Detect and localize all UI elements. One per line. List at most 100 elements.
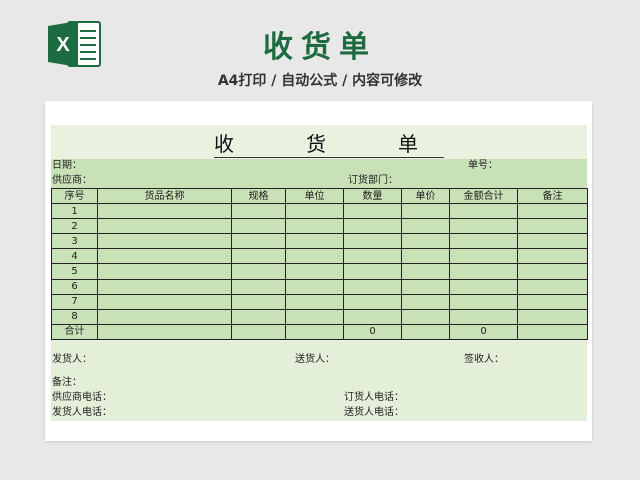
table-cell[interactable] (401, 293, 450, 310)
receiver-label: 签收人： (464, 354, 504, 365)
table-cell[interactable] (343, 293, 402, 310)
table-cell[interactable]: 2 (51, 218, 98, 235)
table-cell[interactable] (97, 248, 232, 265)
table-cell[interactable] (285, 278, 344, 295)
table-cell[interactable] (517, 278, 588, 295)
table-cell[interactable]: 7 (51, 293, 98, 310)
table-cell[interactable] (449, 248, 518, 265)
table-cell[interactable] (231, 218, 286, 235)
table-cell[interactable] (449, 233, 518, 250)
table-cell[interactable] (97, 233, 232, 250)
table-cell[interactable] (449, 218, 518, 235)
table-cell[interactable]: 3 (51, 233, 98, 250)
page-subtitle: A4打印 / 自动公式 / 内容可修改 (217, 73, 423, 89)
table-cell[interactable] (517, 218, 588, 235)
table-cell[interactable] (285, 293, 344, 310)
table-cell[interactable]: 8 (51, 308, 98, 325)
table-cell[interactable]: 0 (343, 323, 402, 341)
order-no-label: 单号： (468, 160, 498, 171)
table-cell[interactable] (343, 202, 402, 220)
table-cell[interactable] (401, 248, 450, 265)
table-cell[interactable]: 6 (51, 278, 98, 295)
remark-label: 备注： (52, 377, 82, 388)
table-cell[interactable] (401, 323, 450, 341)
info-band (51, 159, 587, 188)
table-cell[interactable] (449, 263, 518, 280)
table-cell[interactable] (343, 278, 402, 295)
table-cell[interactable] (285, 218, 344, 235)
table-cell[interactable] (517, 263, 588, 280)
table-cell[interactable] (97, 202, 232, 220)
table-body: 1 2 3 4 5 6 7 8 合计 0 0 (51, 202, 588, 341)
orderer-phone-label: 订货人电话： (344, 392, 404, 403)
table-cell[interactable] (343, 308, 402, 325)
column-header: 金额合计 (449, 188, 518, 204)
table-cell[interactable] (285, 248, 344, 265)
table-cell[interactable] (343, 218, 402, 235)
table-cell[interactable] (401, 202, 450, 220)
table-cell[interactable] (231, 323, 286, 341)
table-cell[interactable] (517, 233, 588, 250)
table-row: 8 (51, 308, 588, 325)
form-title: 收 货 单 (51, 128, 587, 160)
table-cell[interactable] (401, 218, 450, 235)
table-cell[interactable] (517, 202, 588, 220)
table-row: 4 (51, 248, 588, 265)
table-cell[interactable] (231, 263, 286, 280)
table-cell[interactable] (97, 293, 232, 310)
table-cell[interactable] (401, 233, 450, 250)
table-cell[interactable] (231, 248, 286, 265)
column-header: 货品名称 (97, 188, 232, 204)
table-cell[interactable] (343, 263, 402, 280)
table-cell[interactable] (517, 308, 588, 325)
table-cell[interactable] (97, 263, 232, 280)
table-cell[interactable] (285, 263, 344, 280)
table-cell[interactable] (97, 308, 232, 325)
table-row: 3 (51, 233, 588, 250)
table-cell[interactable] (285, 308, 344, 325)
table-cell[interactable] (97, 278, 232, 295)
deliverer-phone-label: 送货人电话： (344, 407, 404, 418)
table-cell[interactable] (449, 308, 518, 325)
order-dept-label: 订货部门： (348, 175, 398, 186)
table-cell[interactable] (285, 323, 344, 341)
table-cell[interactable]: 1 (51, 202, 98, 220)
table-cell[interactable] (517, 323, 588, 341)
page-title: 收货单 (263, 30, 377, 65)
table-cell[interactable] (401, 263, 450, 280)
column-header: 单位 (285, 188, 344, 204)
table-cell[interactable] (517, 248, 588, 265)
table-cell[interactable] (449, 293, 518, 310)
table-cell[interactable] (231, 202, 286, 220)
table-cell[interactable] (343, 248, 402, 265)
table-cell[interactable] (449, 202, 518, 220)
goods-table: 序号 货品名称 规格 单位 数量 单价 金额合计 备注 1 2 3 4 5 6 7 8 合计 0 0 (51, 188, 588, 341)
receipt-form: 收 货 单 日期： 单号： 供应商： 订货部门： 序号 货品名称 规格 单位 数… (51, 125, 588, 421)
table-row: 2 (51, 218, 588, 235)
table-cell[interactable] (343, 233, 402, 250)
table-cell[interactable] (231, 308, 286, 325)
table-cell[interactable] (231, 278, 286, 295)
table-header-row: 序号 货品名称 规格 单位 数量 单价 金额合计 备注 (51, 188, 588, 204)
table-cell[interactable] (449, 278, 518, 295)
table-cell[interactable] (285, 233, 344, 250)
column-header: 数量 (343, 188, 402, 204)
table-cell[interactable] (401, 308, 450, 325)
deliverer-label: 送货人： (295, 354, 335, 365)
table-cell[interactable] (97, 323, 232, 341)
table-cell[interactable] (231, 233, 286, 250)
form-title-text: 收 货 单 (214, 132, 444, 160)
table-cell[interactable]: 4 (51, 248, 98, 265)
table-cell[interactable] (231, 293, 286, 310)
shipper-phone-label: 发货人电话： (52, 407, 112, 418)
table-cell[interactable] (97, 218, 232, 235)
table-cell[interactable]: 0 (449, 323, 518, 341)
table-row: 1 (51, 202, 588, 220)
supplier-phone-label: 供应商电话： (52, 392, 112, 403)
table-cell[interactable] (517, 293, 588, 310)
table-row: 6 (51, 278, 588, 295)
table-cell[interactable]: 合计 (51, 323, 98, 341)
table-cell[interactable]: 5 (51, 263, 98, 280)
table-cell[interactable] (285, 202, 344, 220)
table-cell[interactable] (401, 278, 450, 295)
